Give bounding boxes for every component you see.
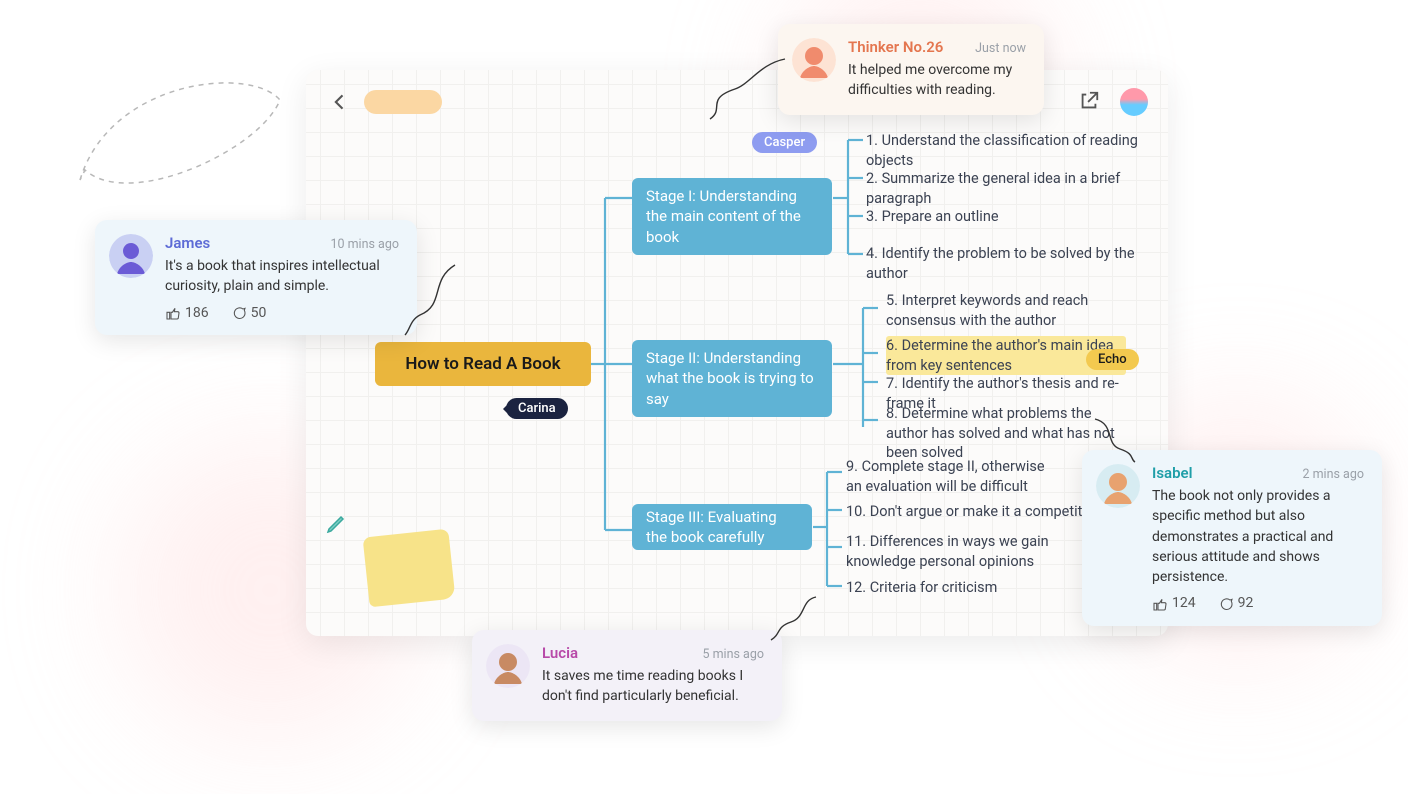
stage-label: Stage II: Understanding what the book is… xyxy=(646,348,818,409)
comment-card-thinker[interactable]: Thinker No.26 Just now It helped me overc… xyxy=(778,24,1044,115)
comment-author: Thinker No.26 xyxy=(848,38,943,56)
reply-button[interactable]: 92 xyxy=(1218,595,1254,611)
reply-button[interactable]: 50 xyxy=(231,305,267,321)
current-user-avatar[interactable] xyxy=(1120,88,1148,116)
leaf-node[interactable]: 5. Interpret keywords and reach consensu… xyxy=(886,291,1136,330)
root-label: How to Read A Book xyxy=(405,354,560,374)
open-external-button[interactable] xyxy=(1078,90,1102,114)
comment-text: It's a book that inspires intellectual c… xyxy=(165,256,399,297)
leaf-node[interactable]: 11. Differences in ways we gain knowledg… xyxy=(846,532,1096,571)
leaf-node[interactable]: 10. Don't argue or make it a competition xyxy=(846,502,1102,522)
leaf-node[interactable]: 12. Criteria for criticism xyxy=(846,578,997,598)
like-button[interactable]: 186 xyxy=(165,305,209,321)
sticky-note[interactable] xyxy=(363,529,456,608)
thumbs-up-icon xyxy=(1152,596,1168,612)
like-button[interactable]: 124 xyxy=(1152,595,1196,611)
back-button[interactable] xyxy=(326,88,354,116)
comment-author: Lucia xyxy=(542,644,578,662)
thumbs-up-icon xyxy=(165,305,181,321)
comment-text: It helped me overcome my difficulties wi… xyxy=(848,60,1026,101)
pencil-icon xyxy=(324,512,348,536)
comment-time: 2 mins ago xyxy=(1302,467,1364,482)
leaf-node[interactable]: 2. Summarize the general idea in a brief… xyxy=(866,169,1156,208)
avatar-icon xyxy=(109,234,153,278)
stage-node-1[interactable]: Stage I: Understanding the main content … xyxy=(632,178,832,255)
connector-squiggle xyxy=(400,260,460,340)
external-link-icon xyxy=(1078,90,1100,112)
avatar-icon xyxy=(486,644,530,688)
stage-node-3[interactable]: Stage III: Evaluating the book carefully xyxy=(632,504,812,550)
leaf-node[interactable]: 9. Complete stage II, otherwise an evalu… xyxy=(846,457,1056,496)
stage-label: Stage III: Evaluating the book carefully xyxy=(646,507,798,548)
connector-squiggle xyxy=(766,592,826,644)
chat-icon xyxy=(1218,596,1234,612)
comment-author: James xyxy=(165,234,210,252)
collaborator-cursor-echo: Echo xyxy=(1086,349,1139,370)
comment-card-james[interactable]: James 10 mins ago It's a book that inspir… xyxy=(95,220,417,335)
collaborator-cursor-carina: Carina xyxy=(506,398,568,419)
comment-time: 10 mins ago xyxy=(330,237,399,252)
comment-time: 5 mins ago xyxy=(702,647,764,662)
stage-node-2[interactable]: Stage II: Understanding what the book is… xyxy=(632,340,832,417)
connector-squiggle xyxy=(700,54,790,124)
avatar-icon xyxy=(792,38,836,82)
comment-card-lucia[interactable]: Lucia 5 mins ago It saves me time reading… xyxy=(472,630,782,721)
comment-text: The book not only provides a specific me… xyxy=(1152,486,1364,587)
leaf-node[interactable]: 4. Identify the problem to be solved by … xyxy=(866,244,1156,283)
mindmap-canvas[interactable]: How to Read A Book Stage I: Understandin… xyxy=(306,70,1168,636)
leaf-node[interactable]: 3. Prepare an outline xyxy=(866,207,999,227)
leaf-node[interactable]: 1. Understand the classification of read… xyxy=(866,131,1156,170)
avatar-icon xyxy=(1096,464,1140,508)
title-placeholder xyxy=(364,90,442,114)
comment-card-isabel[interactable]: Isabel 2 mins ago The book not only provi… xyxy=(1082,450,1382,626)
comment-author: Isabel xyxy=(1152,464,1193,482)
collaborator-cursor-casper: Casper xyxy=(752,132,817,153)
connector-squiggle xyxy=(1090,414,1140,464)
stage-label: Stage I: Understanding the main content … xyxy=(646,186,818,247)
comment-text: It saves me time reading books I don't f… xyxy=(542,666,764,707)
comment-time: Just now xyxy=(975,41,1026,56)
chat-icon xyxy=(231,305,247,321)
mindmap-root-node[interactable]: How to Read A Book xyxy=(375,342,591,386)
decorative-scribble xyxy=(70,60,290,220)
